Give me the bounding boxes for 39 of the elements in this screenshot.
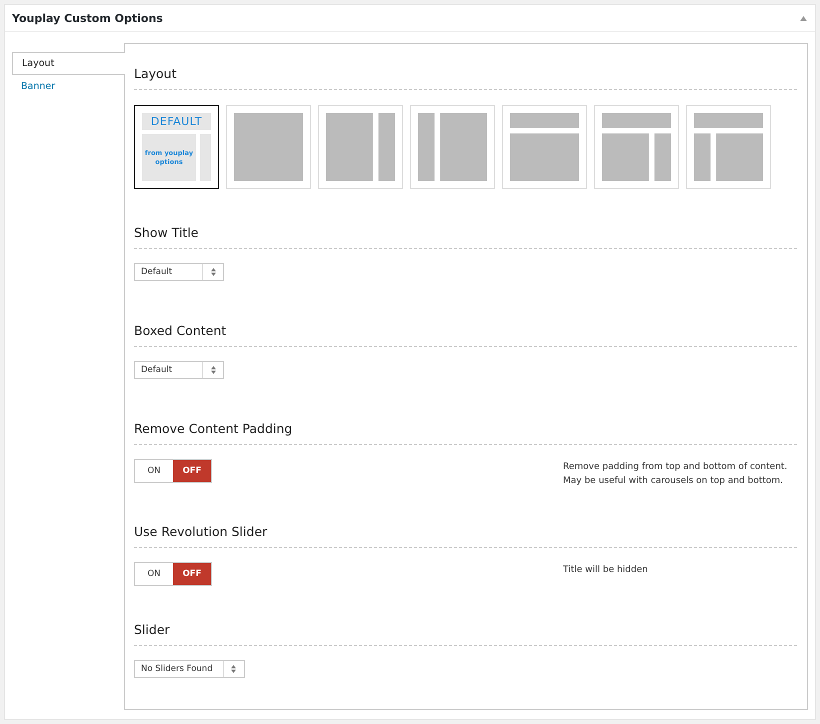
toggle-on-label: ON	[146, 568, 162, 581]
layout-option[interactable]	[686, 105, 771, 189]
sort-arrows-icon	[231, 665, 236, 673]
description-text: Remove padding from top and bottom of content.	[563, 461, 788, 474]
toggle-switch[interactable]: ON OFF	[134, 459, 212, 483]
layout-icon	[602, 113, 671, 181]
section-title: Remove Content Padding	[134, 421, 797, 445]
toggle-off-label: OFF	[173, 460, 211, 482]
layout-option[interactable]	[318, 105, 403, 189]
section-title: Slider	[134, 622, 797, 646]
select-field[interactable]: Default	[134, 263, 224, 281]
sort-arrows-icon	[210, 366, 216, 374]
section-title: Boxed Content	[134, 323, 797, 347]
description-text: May be useful with carousels on top and bottom.	[563, 475, 784, 488]
panel-title: Youplay Custom Options	[12, 12, 163, 24]
section-title: Layout	[134, 66, 797, 90]
sort-arrows-icon	[210, 268, 216, 276]
toggle-on-label: ON	[146, 465, 162, 478]
layout-icon	[510, 113, 579, 181]
layout-icon	[694, 113, 763, 181]
layout-icon	[418, 113, 487, 181]
tab[interactable]: Banner	[12, 75, 124, 98]
toggle-off-label: OFF	[173, 563, 211, 585]
layout-icon	[326, 113, 395, 181]
tab[interactable]: Layout	[12, 52, 125, 75]
layout-option[interactable]	[410, 105, 495, 189]
section-title: Show Title	[134, 225, 797, 249]
description-text: Title will be hidden	[563, 564, 649, 577]
default-heading: DEFAULT	[142, 113, 211, 130]
select-field[interactable]: Default	[134, 361, 224, 379]
collapse-icon[interactable]	[800, 16, 807, 20]
layout-block	[200, 134, 211, 181]
toggle-switch[interactable]: ON OFF	[134, 562, 212, 586]
select-field[interactable]: No Sliders Found	[134, 660, 245, 678]
layout-option[interactable]	[502, 105, 587, 189]
layout-option[interactable]	[226, 105, 311, 189]
layout-option[interactable]	[594, 105, 679, 189]
layout-icon	[234, 113, 303, 181]
section-title: Use Revolution Slider	[134, 524, 797, 548]
